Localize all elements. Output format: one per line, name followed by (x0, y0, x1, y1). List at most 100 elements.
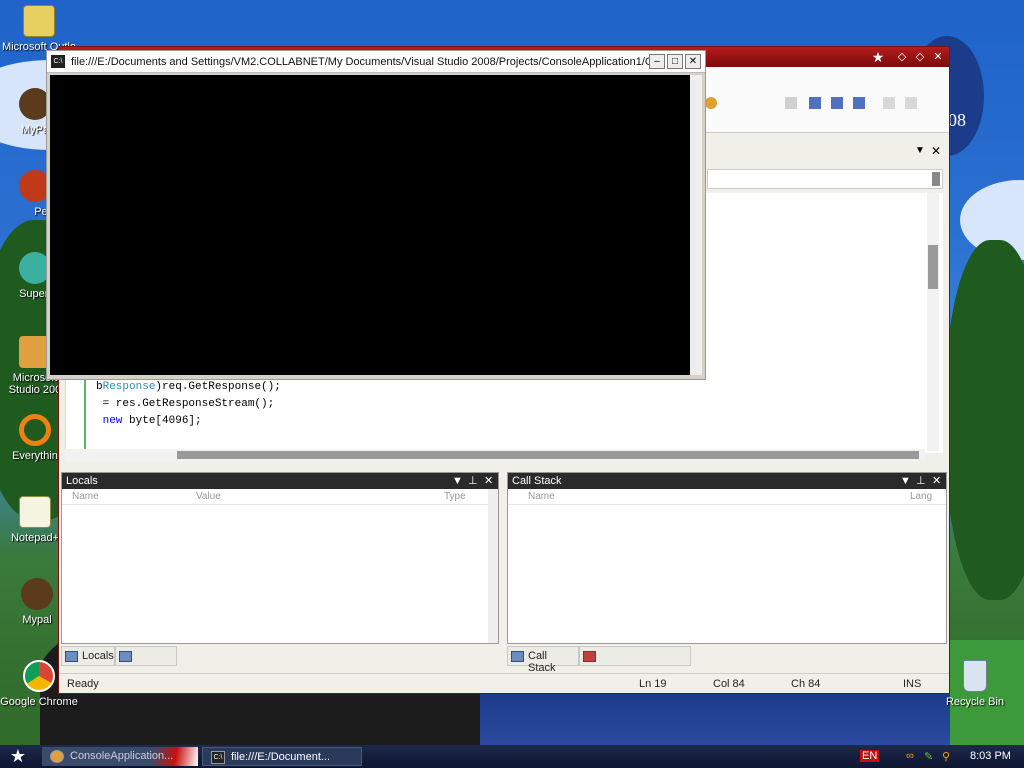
step-icon[interactable] (883, 97, 895, 109)
notepad-plus-icon (19, 496, 51, 528)
column-header[interactable]: Name (72, 491, 99, 502)
close-icon[interactable]: ✕ (932, 473, 941, 489)
start-button[interactable]: ★ (4, 746, 32, 767)
tray-icon[interactable]: ✎ (924, 750, 933, 763)
code-text: byte[4096]; (122, 415, 202, 427)
callstack-title-bar: Call Stack ▼ ⊥ ✕ (508, 473, 946, 489)
task-vs[interactable]: ConsoleApplication... (42, 747, 198, 766)
logo-text: 08 (948, 110, 966, 130)
chevron-down-icon[interactable]: ▼ (452, 473, 463, 489)
pane-title: Call Stack (512, 475, 562, 487)
locals-icon (65, 651, 78, 662)
desktop-icon-label: Recycle Bin (945, 696, 1005, 708)
char-number: Ch 84 (791, 678, 821, 690)
call-stack-icon (511, 651, 524, 662)
code-type: Response (102, 381, 156, 393)
member-dropdown[interactable] (707, 169, 943, 189)
column-header[interactable]: Name (528, 491, 555, 502)
tab-label: Locals (82, 650, 114, 662)
banner (460, 690, 950, 745)
console-output[interactable] (50, 75, 690, 375)
callstack-pane: Call Stack ▼ ⊥ ✕ Name Lang (507, 472, 947, 644)
breakpoints-icon (583, 651, 596, 662)
column-number: Col 84 (713, 678, 745, 690)
maximize-button[interactable]: ◇ (913, 50, 927, 64)
locals-tab-strip: Locals (61, 646, 501, 666)
language-indicator[interactable]: EN (860, 750, 880, 762)
tray-icon[interactable]: ∞ (906, 750, 914, 762)
code-line: bResponse)req.GetResponse(); (96, 381, 281, 393)
locals-pane: Locals ▼ ⊥ ✕ Name Value Type (61, 472, 499, 644)
task-console[interactable]: C:\ file:///E:/Document... (202, 747, 362, 766)
maximize-button[interactable]: □ (667, 54, 683, 69)
vertical-scrollbar[interactable] (927, 193, 939, 451)
insert-mode: INS (903, 678, 922, 690)
chevron-down-icon[interactable]: ▼ (900, 473, 911, 489)
chrome-icon (23, 660, 55, 692)
close-icon[interactable]: ✕ (931, 144, 941, 158)
play-icon[interactable] (785, 97, 797, 109)
callstack-header: Name Lang (508, 489, 946, 505)
code-text: )req.GetResponse(); (155, 381, 281, 393)
console-title-bar[interactable]: C:\ file:///E:/Documents and Settings/VM… (47, 51, 705, 73)
star-icon[interactable]: ★ (871, 50, 885, 64)
console-window: C:\ file:///E:/Documents and Settings/VM… (46, 50, 706, 380)
system-tray: EN ∞ ✎ ⚲ 8:03 PM (854, 745, 1024, 768)
tab-breakpoints[interactable] (579, 646, 691, 666)
console-icon: C:\ (211, 751, 225, 764)
search-icon[interactable]: ⚲ (942, 750, 950, 763)
minimize-button[interactable]: – (649, 54, 665, 69)
tab-watch[interactable] (115, 646, 177, 666)
callstack-tab-strip: Call Stack (507, 646, 947, 674)
everything-icon (19, 414, 51, 446)
step-over-icon[interactable] (905, 97, 917, 109)
outlook-icon (23, 5, 55, 37)
clock: 8:03 PM (970, 750, 1011, 762)
task-label: file:///E:/Document... (231, 751, 331, 763)
close-button[interactable]: ✕ (685, 54, 701, 69)
locals-header: Name Value Type (62, 489, 498, 505)
watch-icon (119, 651, 132, 662)
code-line: = res.GetResponseStream(); (96, 398, 275, 410)
toolbar-icon[interactable] (705, 97, 717, 109)
horizontal-scrollbar[interactable] (65, 449, 925, 461)
minimize-button[interactable]: ◇ (895, 50, 909, 64)
tab-call-stack[interactable]: Call Stack (507, 646, 579, 674)
code-text: = res.GetResponseStream(); (96, 398, 275, 410)
pin-icon[interactable]: ⊥ (916, 473, 926, 489)
recycle-bin-icon (963, 660, 987, 692)
task-label: ConsoleApplication... (70, 750, 174, 762)
pin-icon[interactable]: ⊥ (468, 473, 478, 489)
tab-locals[interactable]: Locals (61, 646, 115, 666)
stop-icon[interactable] (831, 97, 843, 109)
scroll-thumb[interactable] (928, 245, 938, 289)
mypal-icon (21, 578, 53, 610)
column-header[interactable]: Lang (910, 491, 932, 502)
pane-title: Locals (66, 475, 98, 487)
console-icon: C:\ (51, 55, 65, 68)
vs-icon (50, 750, 64, 763)
pause-icon[interactable] (809, 97, 821, 109)
desktop-icon-label: Google Chrome (0, 696, 78, 708)
locals-title-bar: Locals ▼ ⊥ ✕ (62, 473, 498, 489)
tree (945, 240, 1024, 600)
taskbar: ★ ConsoleApplication... C:\ file:///E:/D… (0, 745, 1024, 768)
code-keyword: new (102, 415, 123, 427)
line-number: Ln 19 (639, 678, 667, 690)
restart-icon[interactable] (853, 97, 865, 109)
code-line: new byte[4096]; (96, 415, 202, 427)
code-text: b (96, 381, 103, 393)
status-text: Ready (67, 678, 99, 690)
status-bar: Ready Ln 19 Col 84 Ch 84 INS (59, 673, 949, 693)
vertical-scrollbar[interactable] (488, 489, 498, 643)
column-header[interactable]: Value (196, 491, 221, 502)
chevron-down-icon[interactable]: ▼ (915, 145, 925, 156)
close-icon[interactable]: ✕ (484, 473, 493, 489)
dropdown-scroll[interactable] (932, 172, 940, 186)
console-title: file:///E:/Documents and Settings/VM2.CO… (71, 56, 663, 68)
column-header[interactable]: Type (444, 491, 466, 502)
close-button[interactable]: ✕ (931, 50, 945, 64)
console-scrollbar[interactable] (690, 75, 702, 375)
tab-label: Call Stack (528, 650, 556, 674)
scroll-thumb[interactable] (177, 451, 919, 459)
